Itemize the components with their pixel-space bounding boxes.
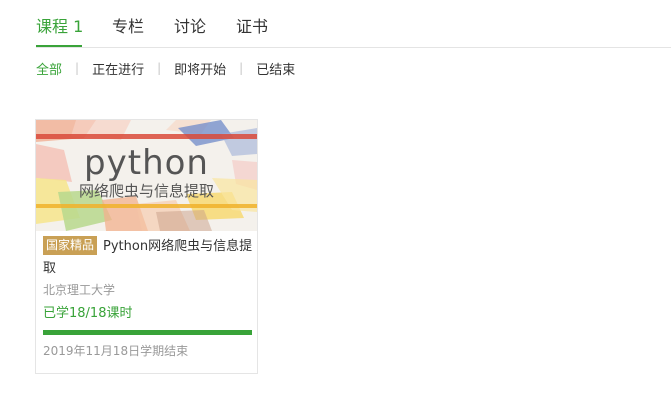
tab-discussions[interactable]: 讨论	[174, 14, 206, 48]
filter-all[interactable]: 全部	[36, 59, 62, 78]
tab-discussions-label: 讨论	[174, 17, 207, 36]
filter-separator: |	[75, 61, 80, 75]
cover-subtitle: 网络爬虫与信息提取	[78, 182, 214, 200]
course-card[interactable]: python 网络爬虫与信息提取 国家精品 Python网络爬虫与信息提取 北京理…	[35, 119, 258, 374]
tab-columns-label: 专栏	[112, 17, 145, 36]
course-school: 北京理工大学	[43, 283, 116, 297]
tab-certificates[interactable]: 证书	[236, 14, 268, 48]
course-filter-bar: 全部 | 正在进行 | 即将开始 | 已结束	[36, 58, 295, 78]
course-end-date: 2019年11月18日学期结束	[43, 344, 189, 358]
filter-upcoming[interactable]: 即将开始	[174, 59, 226, 78]
tab-certificates-label: 证书	[236, 17, 269, 36]
course-progress-bar	[43, 330, 252, 335]
cover-title: python	[84, 143, 209, 183]
course-progress-fill	[43, 330, 252, 335]
course-title-block[interactable]: 国家精品 Python网络爬虫与信息提取	[43, 236, 253, 280]
tab-columns[interactable]: 专栏	[112, 14, 144, 48]
main-tabs: 课程 1 专栏 讨论 证书	[36, 14, 268, 48]
filter-separator: |	[239, 61, 244, 75]
filter-ended[interactable]: 已结束	[256, 59, 295, 78]
filter-separator: |	[157, 61, 162, 75]
course-progress-text: 已学18/18课时	[43, 306, 133, 321]
page: 课程 1 专栏 讨论 证书 全部 | 正在进行 | 即将开始 | 已结束 pyt…	[0, 0, 671, 412]
tab-courses-label: 课程 1	[36, 17, 84, 36]
tab-divider	[36, 47, 671, 48]
course-cover-image[interactable]: python 网络爬虫与信息提取	[36, 120, 257, 231]
national-quality-badge: 国家精品	[43, 236, 98, 255]
tab-courses[interactable]: 课程 1	[36, 14, 84, 48]
filter-in-progress[interactable]: 正在进行	[92, 59, 144, 78]
